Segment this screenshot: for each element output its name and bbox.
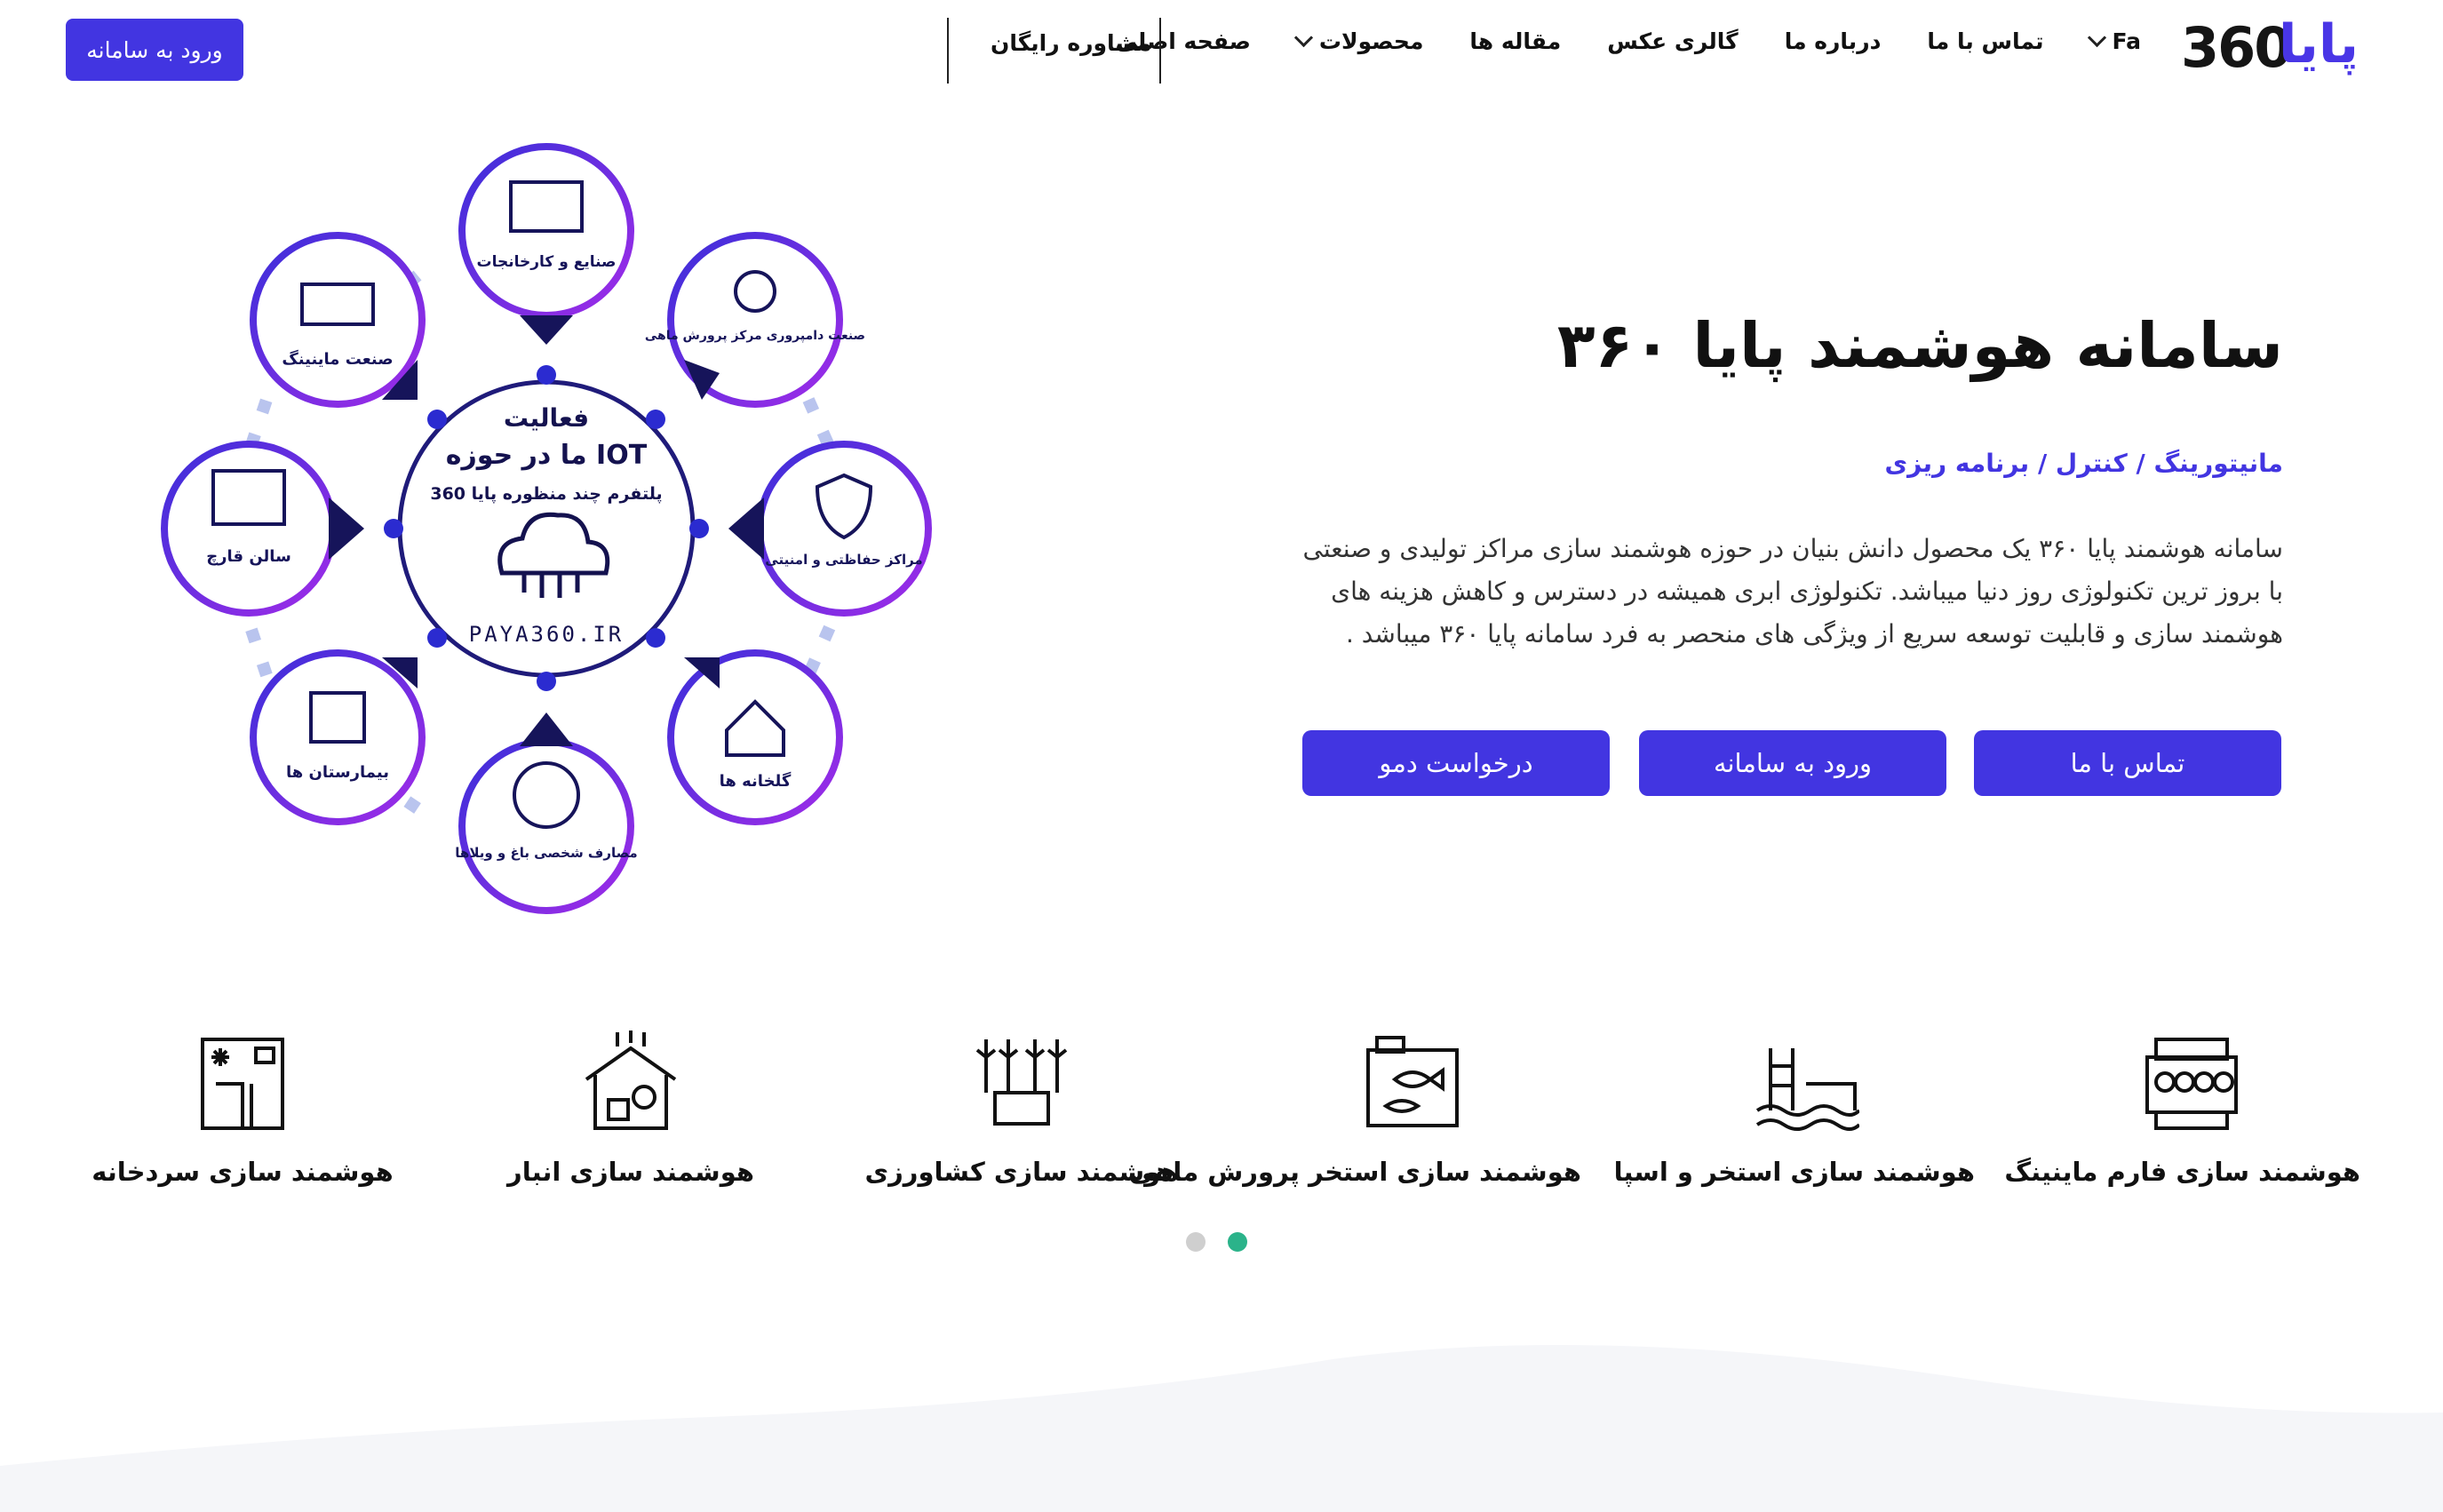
carousel-dot-active[interactable] [1228, 1232, 1247, 1252]
nav-divider [947, 18, 949, 84]
node-mushroom: سالن قارچ [161, 441, 364, 617]
top-navigation: 360 پایا صفحه اصلی محصولات مقاله ها گالر… [0, 0, 2443, 98]
logo-number: 360 [2181, 15, 2292, 80]
feature-item[interactable]: هوشمند سازی فارم ماینینگ [2004, 1031, 2360, 1187]
login-button[interactable]: ورود به سامانه [66, 19, 243, 81]
center-title-1: فعالیت [504, 403, 589, 433]
node-hospitals: بیمارستان ها [250, 649, 426, 825]
menu-item-articles-label: مقاله ها [1469, 28, 1562, 54]
node-security: مراکز حفاظتی و امنیتی [728, 441, 932, 617]
node-livestock: صنعت دامپروری مرکز پرورش ماهی [645, 232, 865, 408]
feature-item[interactable]: هوشمند سازی انبار [462, 1031, 800, 1187]
fish-farm-icon [1366, 1036, 1459, 1127]
feature-label: هوشمند سازی کشاورزی [864, 1157, 1179, 1187]
node-label: سالن قارچ [206, 547, 291, 566]
hero-title: سامانه هوشمند پایا ۳۶۰ [1556, 309, 2283, 382]
pool-icon [1755, 1048, 1861, 1131]
center-title-2: ما در حوزه IOT [446, 440, 648, 471]
chevron-down-icon [2087, 28, 2106, 48]
node-label: مراکز حفاظتی و امنیتی [765, 552, 922, 568]
warehouse-icon [585, 1031, 677, 1130]
language-label: Fa [2112, 28, 2141, 54]
node-label: بیمارستان ها [286, 763, 389, 782]
hero-description: سامانه هوشمند پایا ۳۶۰ یک محصول دانش بنی… [1302, 534, 2283, 649]
footer-wave [0, 1345, 2443, 1512]
menu-item-about-label: درباره ما [1784, 28, 1882, 54]
menu-item-articles[interactable]: مقاله ها [1469, 28, 1561, 54]
node-personal: مصارف شخصی باغ و ویلاها [455, 712, 638, 914]
menu-item-gallery[interactable]: گالری عکس [1607, 28, 1738, 54]
agriculture-icon [975, 1039, 1068, 1126]
language-selector[interactable]: Fa [2087, 28, 2141, 54]
menu-item-gallery-label: گالری عکس [1607, 28, 1739, 54]
cold-storage-icon [201, 1038, 284, 1130]
node-greenhouse: گلخانه ها [667, 649, 843, 825]
free-consult-link[interactable]: مشاوره رایگان [991, 30, 1151, 56]
menu-item-contact-label: تماس با ما [1927, 28, 2044, 54]
demo-request-button[interactable]: درخواست دمو [1302, 730, 1610, 796]
node-industry: صنایع و کارخانجات [458, 143, 634, 345]
mining-farm-icon [2145, 1038, 2238, 1130]
feature-label: هوشمند سازی فارم ماینینگ [2004, 1157, 2360, 1187]
node-label: صنایع و کارخانجات [477, 253, 617, 271]
hero-subtitle: مانیتورینگ / کنترل / برنامه ریزی [1884, 449, 2283, 478]
feature-label: هوشمند سازی انبار [507, 1157, 754, 1187]
nav-divider [1159, 18, 1161, 84]
center-title-3: پلتفرم چند منظوره پایا 360 [430, 484, 662, 504]
feature-item[interactable]: هوشمند سازی سردخانه [74, 1031, 411, 1187]
menu-item-contact[interactable]: تماس با ما [1927, 28, 2043, 54]
system-login-button[interactable]: ورود به سامانه [1639, 730, 1946, 796]
menu-item-products[interactable]: محصولات [1293, 28, 1424, 54]
chevron-down-icon [1293, 28, 1313, 48]
node-label: گلخانه ها [720, 771, 792, 791]
feature-label: هوشمند سازی استخر پرورش ماهی [1128, 1157, 1581, 1187]
menu-item-about[interactable]: درباره ما [1785, 28, 1882, 54]
feature-item[interactable]: هوشمند سازی استخر پرورش ماهی [1128, 1031, 1581, 1187]
center-url: PAYA360.IR [469, 622, 625, 647]
node-label: صنعت ماینینگ [282, 349, 393, 369]
feature-label: هوشمند سازی سردخانه [92, 1157, 394, 1187]
logo-text: پایا [2278, 13, 2359, 76]
main-menu: صفحه اصلی محصولات مقاله ها گالری عکس درب… [1070, 28, 2141, 54]
carousel-dot[interactable] [1186, 1232, 1206, 1252]
feature-label: هوشمند سازی استخر و اسپا [1613, 1157, 1975, 1187]
feature-item[interactable]: هوشمند سازی استخر و اسپا [1613, 1031, 1975, 1187]
menu-item-products-label: محصولات [1318, 28, 1424, 54]
node-label: مصارف شخصی باغ و ویلاها [455, 845, 637, 861]
feature-item[interactable]: هوشمند سازی کشاورزی [853, 1031, 1190, 1187]
node-mining: صنعت ماینینگ [250, 232, 426, 408]
node-label: صنعت دامپروری مرکز پرورش ماهی [645, 329, 865, 343]
contact-button[interactable]: تماس با ما [1974, 730, 2281, 796]
logo[interactable]: 360 پایا [2181, 15, 2359, 80]
iot-diagram: فعالیت ما در حوزه IOT پلتفرم چند منظوره … [161, 143, 932, 914]
